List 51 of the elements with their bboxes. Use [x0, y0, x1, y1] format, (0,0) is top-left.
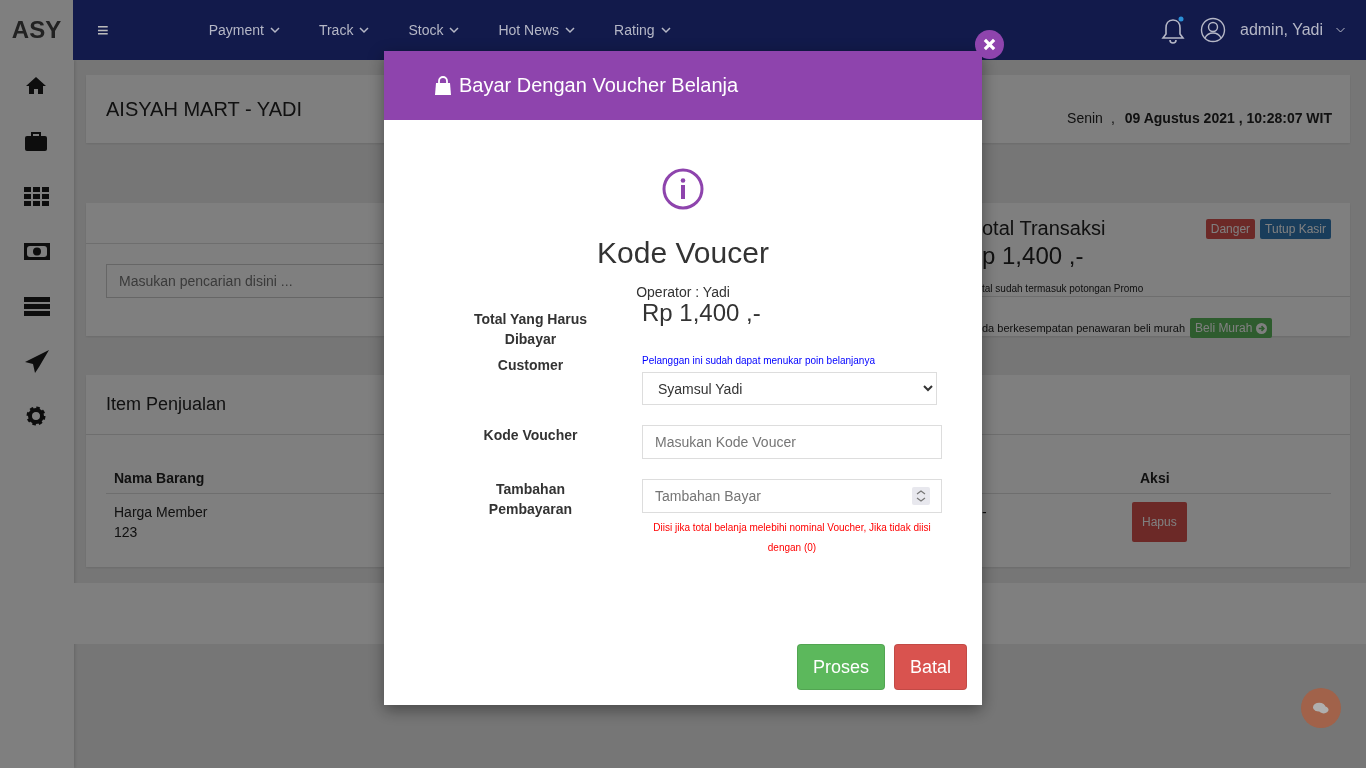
column-header: Aksi	[1139, 470, 1171, 486]
caret-icon	[359, 26, 370, 34]
brand-logo[interactable]: ASY	[0, 0, 73, 60]
paper-plane-icon[interactable]	[24, 349, 50, 374]
user-menu[interactable]: admin, Yadi	[1240, 21, 1346, 39]
info-icon	[662, 168, 704, 210]
arrow-circle-icon	[1256, 322, 1268, 334]
day-label: Senin	[1067, 109, 1103, 126]
customer-note: Pelanggan ini sudah dapat menukar poin belanjanya	[642, 355, 876, 366]
operator-label: Operator : Yadi	[636, 284, 730, 300]
nav-menu-item[interactable]: Hot News	[498, 22, 576, 38]
help-text: Diisi jika total belanja melebihi nominal Voucher, Jika tidak diisi dengan (0)	[652, 521, 932, 555]
bell-icon[interactable]	[1160, 16, 1186, 44]
item-name: Harga Member	[114, 503, 209, 522]
field-label: Tambahan Pembayaran	[487, 480, 574, 519]
briefcase-icon[interactable]	[24, 129, 50, 154]
caret-icon	[1335, 26, 1346, 34]
cancel-button[interactable]: Batal	[893, 644, 967, 690]
spinner-icon	[912, 487, 930, 505]
caret-icon	[565, 26, 576, 34]
date-time: 09 Agustus 2021 , 10:28:07 WIT	[1124, 109, 1332, 126]
caret-icon	[660, 26, 671, 34]
search-field[interactable]: Masukan pencarian disini ...	[106, 264, 383, 298]
customer-select[interactable]: Syamsul Yadi	[642, 372, 937, 405]
nav-menu-item[interactable]: Track	[318, 22, 370, 38]
page-title: AISYAH MART - YADI	[106, 97, 302, 121]
close-icon	[983, 38, 996, 51]
item-code: 123	[114, 523, 139, 542]
additional-payment-field[interactable]: Tambahan Bayar	[642, 479, 942, 513]
promo-text: da berkesempatan penawaran beli murah	[982, 322, 1186, 334]
table-cell-text: -	[982, 503, 988, 522]
column-header: Nama Barang	[113, 470, 206, 486]
voucher-code-field[interactable]: Masukan Kode Voucer	[642, 425, 942, 459]
user-avatar-icon[interactable]	[1200, 17, 1226, 43]
field-label: Customer	[496, 356, 565, 375]
nav-menu-item[interactable]: Rating	[614, 22, 671, 38]
field-label: Total Yang Harus Dibayar	[472, 310, 589, 349]
caret-icon	[449, 26, 460, 34]
caret-icon	[269, 26, 280, 34]
total-amount: p 1,400 ,-	[982, 242, 1085, 270]
promo-note: tal sudah termasuk potongan Promo	[982, 283, 1145, 294]
total-amount: Rp 1,400 ,-	[642, 299, 762, 327]
grid-icon[interactable]	[24, 184, 50, 209]
dialog-heading: Kode Voucer	[597, 236, 769, 270]
menu-button[interactable]: ≡	[97, 18, 109, 42]
date-separator: ,	[1110, 109, 1115, 126]
nav-menu-item[interactable]: Stock	[408, 22, 460, 38]
total-title: otal Transaksi	[982, 217, 1106, 240]
server-icon[interactable]	[24, 294, 50, 319]
nav-menu-item[interactable]: Payment	[208, 22, 280, 38]
dialog-title: Bayar Dengan Voucher Belanja	[459, 74, 739, 97]
